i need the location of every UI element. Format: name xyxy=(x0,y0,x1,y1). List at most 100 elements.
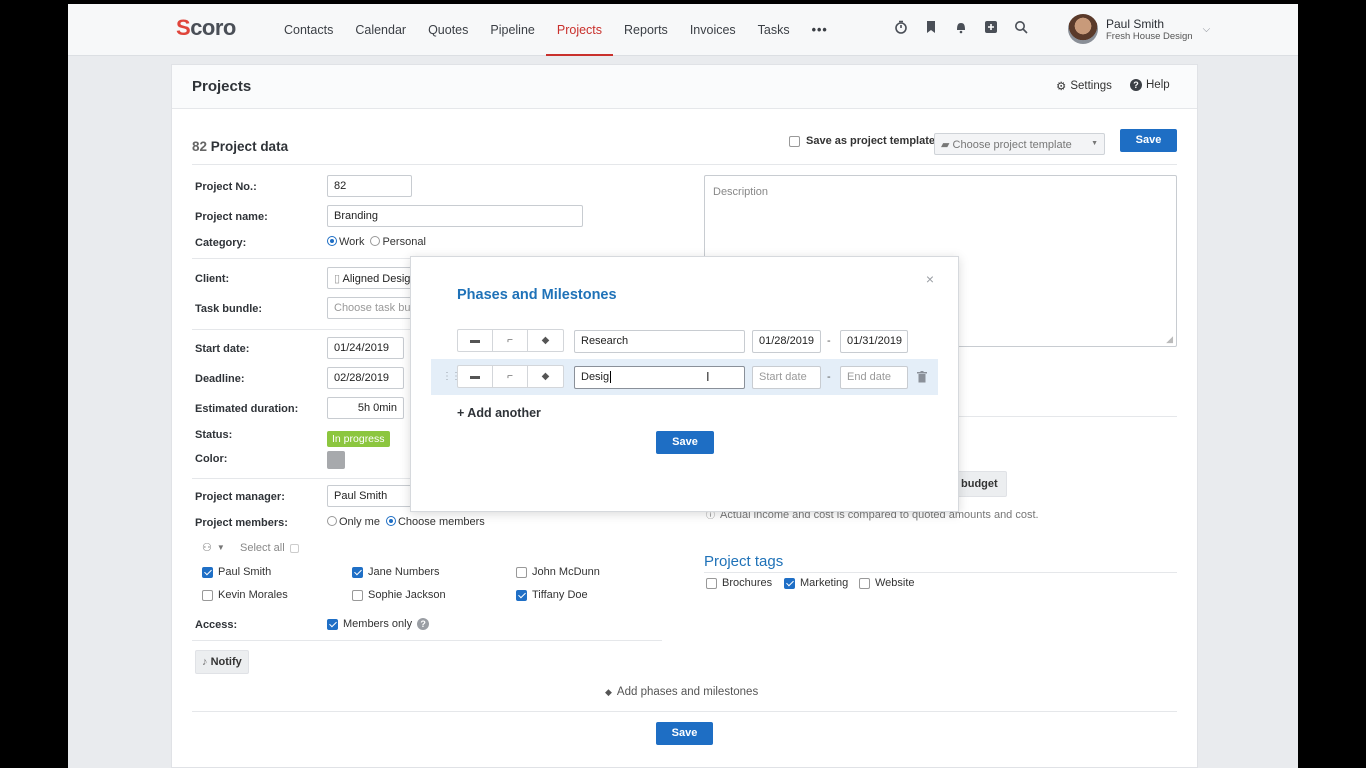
divider xyxy=(192,640,662,641)
status-label: Status: xyxy=(195,429,233,441)
checkbox[interactable] xyxy=(516,566,527,578)
modal-save-button[interactable]: Save xyxy=(656,431,714,454)
checkbox[interactable] xyxy=(784,577,795,589)
radio-only-me[interactable]: Only me xyxy=(327,516,380,528)
phases-milestones-modal: Phases and Milestones × ▬ ⌐ ◆ Research 0… xyxy=(410,256,959,512)
milestone-diamond-icon[interactable]: ◆ xyxy=(528,366,563,387)
tag-website[interactable]: Website xyxy=(859,577,915,589)
resize-handle-icon[interactable]: ◢ xyxy=(1166,334,1173,345)
save-as-template-checkbox[interactable]: Save as project template xyxy=(789,135,935,147)
text-cursor-icon: I xyxy=(706,369,710,384)
nav-calendar[interactable]: Calendar xyxy=(344,4,417,56)
subphase-icon[interactable]: ⌐ xyxy=(493,330,528,351)
tag-brochures[interactable]: Brochures xyxy=(706,577,772,589)
radio-choose-members[interactable]: Choose members xyxy=(385,516,485,528)
task-bundle-select[interactable]: Choose task bun xyxy=(327,297,417,319)
help-link[interactable]: ? Help xyxy=(1130,79,1170,91)
radio-work[interactable]: Work xyxy=(327,236,364,248)
user-menu[interactable]: Paul Smith Fresh House Design ⌵ xyxy=(1068,14,1210,44)
radio-personal[interactable]: Personal xyxy=(370,236,426,248)
save-button-bottom[interactable]: Save xyxy=(656,722,713,745)
help-icon[interactable]: ? xyxy=(417,618,430,630)
divider xyxy=(192,711,1177,712)
timer-icon[interactable] xyxy=(893,20,909,36)
deadline-input[interactable]: 02/28/2019 xyxy=(327,367,404,389)
notifications-icon[interactable] xyxy=(953,20,969,36)
client-select[interactable]: ▯ Aligned Desig xyxy=(327,267,417,289)
checkbox[interactable] xyxy=(352,589,363,601)
top-icon-group xyxy=(893,20,1029,36)
notify-button[interactable]: ♪ Notify xyxy=(195,650,249,674)
milestone-diamond-icon[interactable]: ◆ xyxy=(528,330,563,351)
phase-end-date-input[interactable]: 01/31/2019 xyxy=(840,330,908,353)
trash-icon[interactable] xyxy=(917,371,927,386)
close-icon[interactable]: × xyxy=(926,271,934,287)
nav-projects[interactable]: Projects xyxy=(545,4,614,56)
member-jane-numbers[interactable]: Jane Numbers xyxy=(352,566,440,578)
checkbox[interactable] xyxy=(202,566,213,578)
checkbox[interactable] xyxy=(789,135,800,147)
members-only-checkbox[interactable]: Members only ? xyxy=(327,618,430,630)
color-swatch[interactable] xyxy=(327,451,345,469)
phase-bar-icon[interactable]: ▬ xyxy=(458,330,493,351)
add-icon[interactable] xyxy=(983,20,999,36)
phase-bar-icon[interactable]: ▬ xyxy=(458,366,493,387)
member-kevin-morales[interactable]: Kevin Morales xyxy=(202,589,288,601)
select-all[interactable]: Select all xyxy=(240,542,299,554)
status-badge[interactable]: In progress xyxy=(327,431,390,447)
date-separator: - xyxy=(827,371,831,383)
nav-contacts[interactable]: Contacts xyxy=(273,4,344,56)
project-no-input[interactable]: 82 xyxy=(327,175,412,197)
phase-name-input[interactable]: Desig I xyxy=(574,366,745,389)
save-button-top[interactable]: Save xyxy=(1120,129,1177,152)
phase-end-date-input[interactable]: End date xyxy=(840,366,908,389)
nav-reports[interactable]: Reports xyxy=(613,4,679,56)
bell-icon: ♪ xyxy=(202,656,208,668)
project-name-input[interactable]: Branding xyxy=(327,205,583,227)
client-label: Client: xyxy=(195,273,230,285)
search-icon[interactable] xyxy=(1013,20,1029,36)
checkbox[interactable] xyxy=(516,589,527,601)
nav-tasks[interactable]: Tasks xyxy=(747,4,801,56)
subphase-icon[interactable]: ⌐ xyxy=(493,366,528,387)
dropdown-arrow-icon: ▼ xyxy=(1091,140,1098,147)
checkbox[interactable] xyxy=(202,589,213,601)
nav-pipeline[interactable]: Pipeline xyxy=(479,4,545,56)
tag-marketing[interactable]: Marketing xyxy=(784,577,848,589)
select-all-checkbox[interactable] xyxy=(289,543,299,553)
member-paul-smith[interactable]: Paul Smith xyxy=(202,566,271,578)
phase-start-date-input[interactable]: Start date xyxy=(752,366,821,389)
phase-name-input[interactable]: Research xyxy=(574,330,745,353)
category-radios: Work Personal xyxy=(327,236,426,248)
checkbox[interactable] xyxy=(352,566,363,578)
checkbox[interactable] xyxy=(859,577,870,589)
member-john-mcdunn[interactable]: John McDunn xyxy=(516,566,600,578)
bookmark-icon[interactable] xyxy=(923,20,939,36)
add-phases-link[interactable]: ◆ Add phases and milestones xyxy=(605,686,758,698)
nav-quotes[interactable]: Quotes xyxy=(417,4,479,56)
project-tags-title: Project tags xyxy=(704,553,784,570)
phase-type-toggle: ▬ ⌐ ◆ xyxy=(457,365,564,388)
top-navigation-bar: Scoro Contacts Calendar Quotes Pipeline … xyxy=(68,4,1298,56)
budget-button[interactable]: budget xyxy=(952,471,1007,497)
project-manager-select[interactable]: Paul Smith xyxy=(327,485,417,507)
duration-input[interactable]: 5h 0min xyxy=(327,397,404,419)
member-tiffany-doe[interactable]: Tiffany Doe xyxy=(516,589,588,601)
settings-link[interactable]: ⚙ Settings xyxy=(1056,79,1112,93)
nav-invoices[interactable]: Invoices xyxy=(679,4,747,56)
nav-more-button[interactable]: ••• xyxy=(801,4,839,56)
member-sophie-jackson[interactable]: Sophie Jackson xyxy=(352,589,446,601)
section-title: 82 Project data xyxy=(192,139,288,154)
template-select[interactable]: ▰ Choose project template ▼ xyxy=(934,133,1105,155)
help-icon: ? xyxy=(1130,79,1142,91)
phase-start-date-input[interactable]: 01/28/2019 xyxy=(752,330,821,353)
checkbox[interactable] xyxy=(327,618,338,630)
avatar xyxy=(1068,14,1098,44)
color-label: Color: xyxy=(195,453,228,465)
project-members-label: Project members: xyxy=(195,517,288,529)
start-date-input[interactable]: 01/24/2019 xyxy=(327,337,404,359)
checkbox[interactable] xyxy=(706,577,717,589)
member-filter[interactable]: ⚇ ▼ xyxy=(202,541,225,554)
add-another-link[interactable]: + Add another xyxy=(457,406,541,420)
scoro-logo[interactable]: Scoro xyxy=(176,15,236,41)
